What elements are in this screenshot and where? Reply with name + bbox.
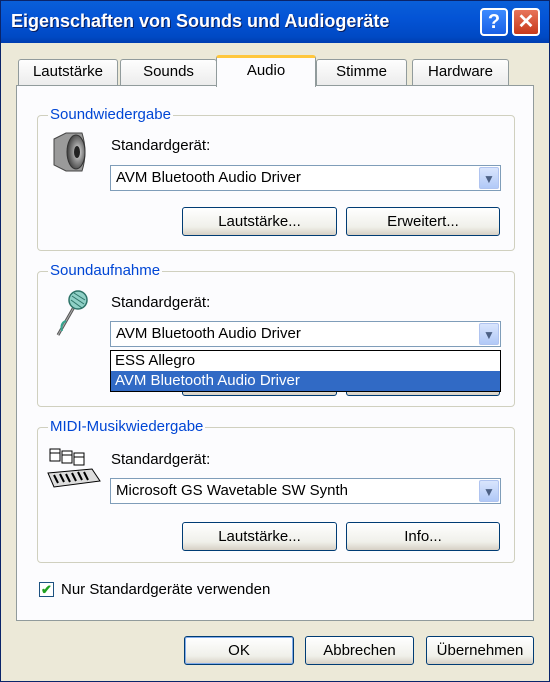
close-button[interactable]: ✕ (512, 8, 540, 36)
tab-lautstaerke[interactable]: Lautstärke (18, 59, 118, 85)
tab-stimme[interactable]: Stimme (316, 59, 407, 85)
recording-device-dropdown-list[interactable]: ESS Allegro AVM Bluetooth Audio Driver (110, 350, 501, 392)
tab-sounds[interactable]: Sounds (120, 59, 217, 85)
playback-advanced-button[interactable]: Erweitert... (346, 207, 500, 236)
microphone-icon (56, 290, 88, 336)
help-button[interactable]: ? (480, 8, 508, 36)
only-default-devices-label[interactable]: Nur Standardgeräte verwenden (61, 581, 270, 598)
speaker-icon (53, 132, 86, 172)
chevron-down-icon[interactable]: ▼ (479, 480, 499, 502)
window-title: Eigenschaften von Sounds und Audiogeräte (11, 11, 390, 31)
ok-button[interactable]: OK (184, 636, 294, 665)
playback-volume-button[interactable]: Lautstärke... (182, 207, 337, 236)
midi-device-label: Standardgerät: (111, 451, 211, 468)
recording-device-value: AVM Bluetooth Audio Driver (116, 325, 301, 342)
recording-device-label: Standardgerät: (111, 294, 211, 311)
playback-device-label: Standardgerät: (111, 137, 211, 154)
midi-volume-button[interactable]: Lautstärke... (182, 522, 337, 551)
tab-hardware[interactable]: Hardware (412, 59, 509, 85)
recording-legend: Soundaufnahme (48, 262, 163, 279)
apply-button[interactable]: Übernehmen (426, 636, 534, 665)
dropdown-option[interactable]: ESS Allegro (111, 351, 500, 371)
dropdown-option-selected[interactable]: AVM Bluetooth Audio Driver (111, 371, 500, 391)
midi-legend: MIDI-Musikwiedergabe (48, 418, 206, 435)
midi-device-value: Microsoft GS Wavetable SW Synth (116, 482, 349, 499)
midi-info-button[interactable]: Info... (346, 522, 500, 551)
playback-device-select[interactable]: AVM Bluetooth Audio Driver ▼ (110, 165, 501, 191)
midi-keyboard-icon (47, 448, 101, 488)
cancel-button[interactable]: Abbrechen (305, 636, 414, 665)
tab-audio[interactable]: Audio (216, 55, 316, 87)
dialog-window: Eigenschaften von Sounds und Audiogeräte… (0, 0, 550, 682)
title-bar[interactable]: Eigenschaften von Sounds und Audiogeräte… (1, 1, 549, 43)
only-default-devices-checkbox[interactable]: ✔ (39, 582, 54, 597)
chevron-down-icon[interactable]: ▼ (479, 323, 499, 345)
playback-device-value: AVM Bluetooth Audio Driver (116, 169, 301, 186)
midi-device-select[interactable]: Microsoft GS Wavetable SW Synth ▼ (110, 478, 501, 504)
playback-legend: Soundwiedergabe (48, 106, 173, 123)
recording-device-select[interactable]: AVM Bluetooth Audio Driver ▼ (110, 321, 501, 347)
chevron-down-icon[interactable]: ▼ (479, 167, 499, 189)
